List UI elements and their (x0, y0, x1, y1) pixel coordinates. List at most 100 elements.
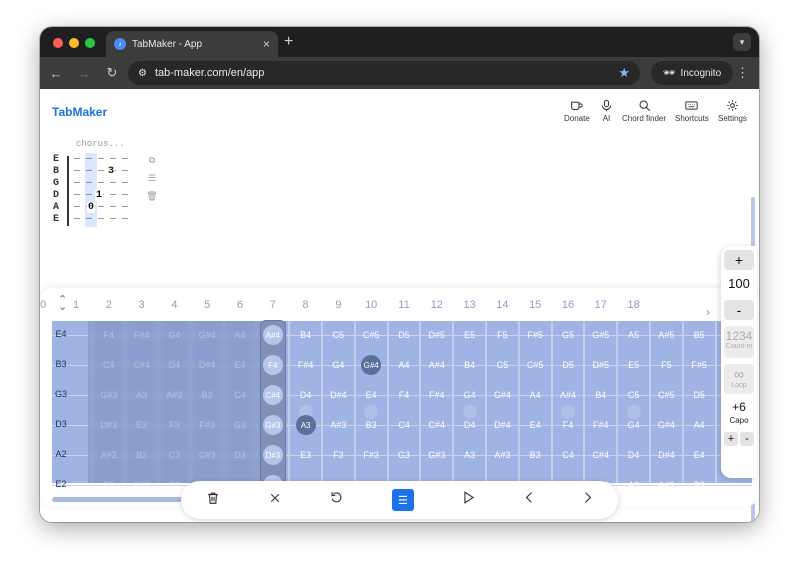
fret-note[interactable]: B3 (520, 449, 550, 461)
capo-note[interactable]: C#4 (262, 385, 283, 405)
tab-sheet[interactable]: chorus... E B G D A E — — — — — — — — — … (50, 139, 250, 249)
address-bar[interactable]: ⚙ tab-maker.com/en/app ★ (128, 61, 640, 85)
fret-note[interactable]: G#5 (586, 329, 616, 341)
fret-note[interactable]: G3 (225, 419, 255, 431)
chevron-right-icon[interactable] (583, 491, 593, 509)
count-in-toggle[interactable]: 1234 Count-in (724, 326, 754, 358)
fret-note[interactable]: C5 (323, 329, 353, 341)
fret-note[interactable]: B4 (291, 329, 321, 341)
more-menu-icon[interactable]: ⋮ (736, 65, 749, 81)
maximize-window-button[interactable] (85, 38, 95, 48)
incognito-indicator[interactable]: 🕶 Incognito (651, 61, 733, 85)
fret-note[interactable]: D4 (619, 449, 649, 461)
bookmark-star-icon[interactable]: ★ (618, 65, 630, 81)
fret-note[interactable]: C#5 (520, 359, 550, 371)
forward-arrow-icon[interactable]: → (70, 66, 98, 81)
fret-note[interactable]: B2 (127, 449, 157, 461)
fret-note[interactable]: D4 (455, 419, 485, 431)
close-icon[interactable] (269, 491, 281, 509)
fret-note[interactable]: E3 (127, 419, 157, 431)
back-arrow-icon[interactable]: ← (42, 66, 70, 81)
tab-string-line[interactable]: — — — — — (74, 214, 128, 225)
fret-note[interactable]: B3 (192, 389, 222, 401)
fret-note[interactable]: F#3 (192, 419, 222, 431)
fret-note[interactable]: D#4 (323, 389, 353, 401)
fret-note[interactable]: C4 (389, 419, 419, 431)
fret-note[interactable]: B3 (356, 419, 386, 431)
tab-close-icon[interactable]: × (263, 37, 270, 51)
site-settings-icon[interactable]: ⚙ (138, 68, 147, 79)
fret-note[interactable]: C#4 (422, 419, 452, 431)
tab-string-line[interactable]: — — — — — (74, 154, 128, 165)
capo-note[interactable]: F4 (262, 355, 283, 375)
tempo-increase-button[interactable]: + (724, 250, 754, 270)
fret-note[interactable]: B5 (684, 329, 714, 341)
fret-note[interactable]: D5 (389, 329, 419, 341)
fret-note[interactable]: D#4 (487, 419, 517, 431)
fret-note[interactable]: F#5 (520, 329, 550, 341)
fret-note[interactable]: F#2 (127, 479, 157, 491)
fret-note[interactable]: A3 (619, 479, 649, 491)
browser-tab[interactable]: ♪ TabMaker - App × (106, 31, 278, 57)
fret-note[interactable]: A3 (455, 449, 485, 461)
fretboard[interactable]: E4 B3 G3 D3 A2 E2 F4 F#4 G4 G#4 A4 A#4 B4 C5 C#5 D5 D#5 E… (52, 321, 752, 495)
copy-icon[interactable]: ⧉ (146, 154, 158, 166)
fret-note[interactable]: G#3 (422, 449, 452, 461)
fret-note[interactable]: G4 (323, 359, 353, 371)
fret-note[interactable]: A#5 (651, 329, 681, 341)
fret-note[interactable]: F4 (389, 389, 419, 401)
fret-note[interactable]: C4 (553, 449, 583, 461)
fret-note[interactable]: E4 (225, 359, 255, 371)
settings-button[interactable]: Settings (718, 99, 747, 123)
fret-note[interactable]: F2 (94, 479, 124, 491)
app-brand[interactable]: TabMaker (52, 105, 107, 119)
fret-note[interactable]: E5 (619, 359, 649, 371)
donate-button[interactable]: Donate (564, 99, 590, 123)
fret-note[interactable]: F#5 (684, 359, 714, 371)
fret-note[interactable]: C4 (225, 389, 255, 401)
fret-note[interactable]: B3 (684, 479, 714, 491)
fret-note[interactable]: E4 (356, 389, 386, 401)
fret-note[interactable]: A4 (225, 329, 255, 341)
fret-note[interactable]: C#4 (586, 449, 616, 461)
fret-note[interactable]: F#4 (586, 419, 616, 431)
fret-note[interactable]: A#4 (422, 359, 452, 371)
loop-toggle[interactable]: ∞ Loop (724, 364, 754, 394)
tab-note[interactable]: 3 (107, 166, 116, 177)
fret-note[interactable]: B4 (586, 389, 616, 401)
fret-note[interactable]: F5 (651, 359, 681, 371)
fret-note[interactable]: G5 (553, 329, 583, 341)
fret-note[interactable]: C#5 (651, 389, 681, 401)
fret-note[interactable]: A4 (389, 359, 419, 371)
fret-note[interactable]: A3 (127, 389, 157, 401)
fret-note[interactable]: G#4 (192, 329, 222, 341)
fret-note[interactable]: G4 (455, 389, 485, 401)
fret-note[interactable]: G#4 (651, 419, 681, 431)
new-tab-button[interactable]: + (284, 33, 293, 51)
fret-note[interactable]: C#4 (127, 359, 157, 371)
chevron-left-icon[interactable] (524, 491, 534, 509)
tempo-decrease-button[interactable]: - (724, 300, 754, 320)
fret-note[interactable]: C#3 (192, 449, 222, 461)
fret-note[interactable]: A#3 (487, 449, 517, 461)
minimize-window-button[interactable] (69, 38, 79, 48)
capo-increase-button[interactable]: + (724, 432, 738, 446)
scroll-right-chevron-icon[interactable]: › (706, 305, 710, 319)
tab-string-line[interactable]: — — — — — (74, 178, 128, 189)
reload-icon[interactable]: ↻ (98, 65, 126, 81)
fret-note[interactable]: A#4 (553, 389, 583, 401)
capo-decrease-button[interactable]: - (740, 432, 754, 446)
fret-note[interactable]: F3 (323, 449, 353, 461)
fret-note[interactable]: D#4 (192, 359, 222, 371)
trash-icon[interactable]: 🗑 (146, 190, 158, 202)
fret-note[interactable]: C5 (619, 389, 649, 401)
fret-note[interactable]: C3 (159, 449, 189, 461)
fret-note[interactable]: D3 (225, 449, 255, 461)
fret-note[interactable]: G3 (389, 449, 419, 461)
fret-note[interactable]: F#4 (422, 389, 452, 401)
ai-button[interactable]: AI (600, 99, 613, 123)
fret-note[interactable]: D#5 (422, 329, 452, 341)
fret-note[interactable]: G4 (619, 419, 649, 431)
fret-note[interactable]: F3 (159, 419, 189, 431)
selected-note[interactable]: G#4 (361, 355, 382, 375)
